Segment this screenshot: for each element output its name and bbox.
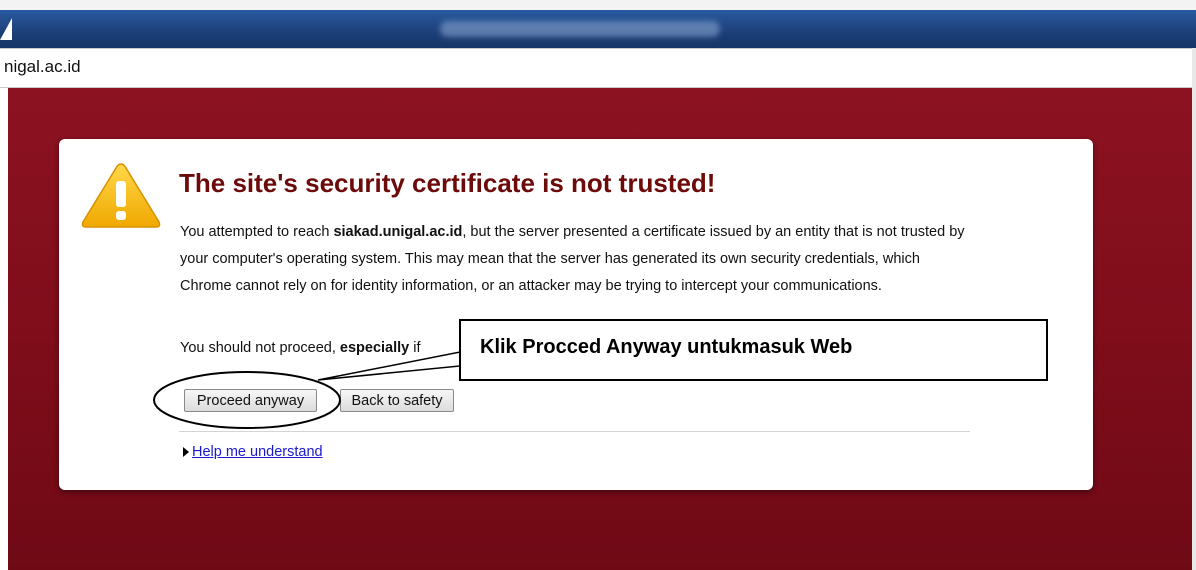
window-corner-icon bbox=[0, 18, 12, 40]
window-title-bar bbox=[0, 10, 1196, 48]
warning-triangle-icon bbox=[81, 163, 161, 228]
window-title-blurred bbox=[440, 21, 720, 37]
site-host: siakad.unigal.ac.id bbox=[333, 224, 463, 240]
advice-text: You should not proceed, especially if bbox=[180, 340, 421, 356]
proceed-anyway-button[interactable]: Proceed anyway bbox=[184, 389, 317, 412]
help-disclosure[interactable]: Help me understand bbox=[183, 444, 323, 460]
address-text[interactable]: nigal.ac.id bbox=[4, 57, 81, 77]
back-to-safety-button[interactable]: Back to safety bbox=[340, 389, 454, 412]
top-strip bbox=[0, 0, 1196, 10]
annotation-callout: Klik Procced Anyway untukmasuk Web bbox=[459, 319, 1048, 381]
warning-description: You attempted to reach siakad.unigal.ac.… bbox=[180, 219, 970, 300]
warning-card: The site's security certificate is not t… bbox=[59, 139, 1093, 490]
page-title: The site's security certificate is not t… bbox=[179, 168, 716, 198]
disclosure-triangle-icon[interactable] bbox=[183, 447, 189, 458]
window-right-edge bbox=[1192, 48, 1196, 570]
help-me-understand-link[interactable]: Help me understand bbox=[192, 444, 323, 460]
description-start: You attempted to reach bbox=[180, 224, 334, 240]
advice-start: You should not proceed, bbox=[180, 340, 340, 356]
advice-emphasis: especially bbox=[339, 340, 410, 356]
address-bar[interactable]: nigal.ac.id bbox=[0, 48, 1196, 88]
divider bbox=[179, 431, 970, 432]
callout-text: Klik Procced Anyway untukmasuk Web bbox=[480, 336, 853, 358]
advice-end: if bbox=[409, 340, 421, 356]
